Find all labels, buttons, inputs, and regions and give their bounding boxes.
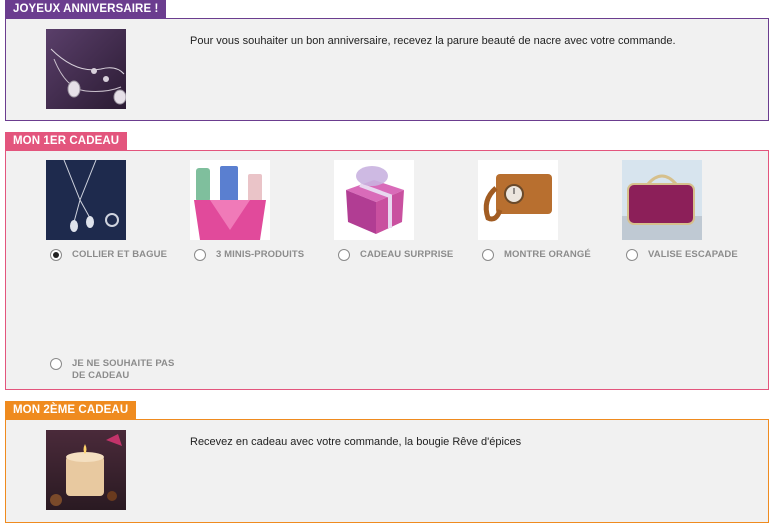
pearl-jewelry-image <box>46 29 126 109</box>
gift-option-label: MONTRE ORANGÉ <box>504 249 591 260</box>
gift-option-radio[interactable] <box>50 249 62 261</box>
gift-option-label: COLLIER ET BAGUE <box>72 249 168 260</box>
gift-option-label: CADEAU SURPRISE <box>360 249 454 260</box>
gift-option-radio[interactable] <box>626 249 638 261</box>
travel-bag-image <box>622 160 702 240</box>
gift-option-watch[interactable]: MONTRE ORANGÉ <box>482 249 591 261</box>
no-gift-option[interactable]: JE NE SOUHAITE PAS DE CADEAU <box>50 358 174 382</box>
surprise-gift-image <box>334 160 414 240</box>
gift-option-mini-products[interactable]: 3 MINIS-PRODUITS <box>194 249 304 261</box>
necklace-ring-image <box>46 160 126 240</box>
no-gift-radio[interactable] <box>50 358 62 370</box>
mini-products-image <box>190 160 270 240</box>
candle-image <box>46 430 126 510</box>
gift-option-radio[interactable] <box>194 249 206 261</box>
no-gift-label: JE NE SOUHAITE PAS DE CADEAU <box>72 358 174 382</box>
gift-option-label: VALISE ESCAPADE <box>648 249 738 260</box>
birthday-section-title: JOYEUX ANNIVERSAIRE ! <box>5 0 167 18</box>
second-gift-description: Recevez en cadeau avec votre commande, l… <box>190 436 522 448</box>
gift-option-surprise[interactable]: CADEAU SURPRISE <box>338 249 453 261</box>
gift-option-necklace-ring[interactable]: COLLIER ET BAGUE <box>50 249 167 261</box>
first-gift-section-title: MON 1ER CADEAU <box>5 132 128 150</box>
orange-watch-image <box>478 160 558 240</box>
first-gift-panel: COLLIER ET BAGUE 3 MINIS-PRODUITS CADEAU… <box>5 150 769 390</box>
second-gift-section-title: MON 2ÈME CADEAU <box>5 401 137 419</box>
gift-option-radio[interactable] <box>338 249 350 261</box>
second-gift-panel: Recevez en cadeau avec votre commande, l… <box>5 419 769 523</box>
birthday-panel: Pour vous souhaiter un bon anniversaire,… <box>5 18 769 121</box>
no-gift-label-line1: JE NE SOUHAITE PAS <box>72 358 175 369</box>
birthday-description: Pour vous souhaiter un bon anniversaire,… <box>190 35 676 47</box>
gift-option-label: 3 MINIS-PRODUITS <box>216 249 305 260</box>
gift-option-bag[interactable]: VALISE ESCAPADE <box>626 249 738 261</box>
gift-option-radio[interactable] <box>482 249 494 261</box>
no-gift-label-line2: DE CADEAU <box>72 370 130 381</box>
